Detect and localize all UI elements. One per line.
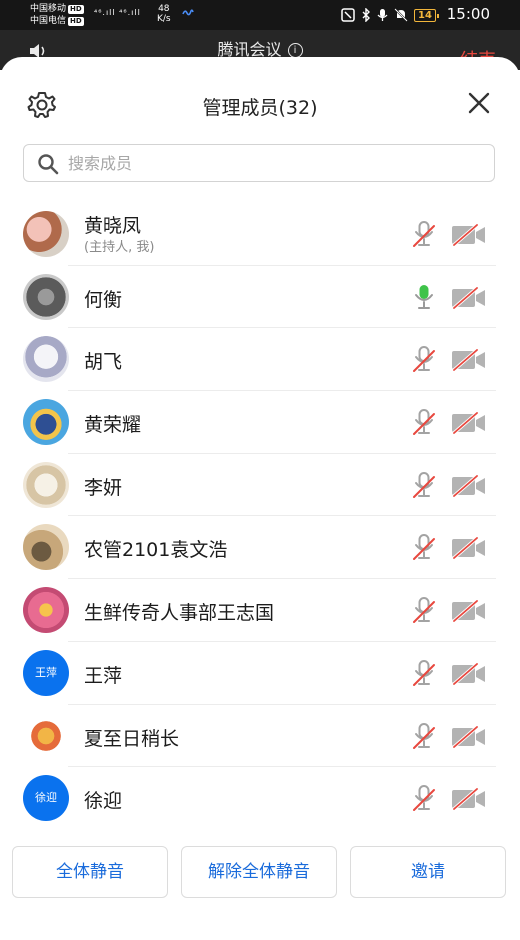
member-name: 胡飞 (84, 351, 123, 374)
member-name: 黄晓凤 (84, 215, 142, 237)
network-speed: 48 K/s (157, 4, 171, 24)
camera-off-icon[interactable] (451, 600, 487, 623)
carrier-1: 中国移动 (30, 4, 67, 14)
camera-off-icon[interactable] (451, 537, 487, 560)
mic-muted-icon[interactable] (411, 471, 437, 499)
mic-muted-icon[interactable] (411, 659, 437, 687)
mic-muted-icon[interactable] (411, 345, 437, 373)
bluetooth-icon (362, 8, 370, 22)
member-name: 夏至日稍长 (84, 727, 180, 750)
network-speed-unit: K/s (157, 14, 171, 24)
clock: 15:00 (446, 5, 490, 23)
mute-bell-icon (394, 8, 408, 22)
avatar (23, 461, 69, 508)
mute-all-button[interactable]: 全体静音 (12, 846, 168, 898)
camera-off-icon[interactable] (451, 474, 487, 497)
avatar: 王萍 (23, 649, 69, 696)
avatar (23, 273, 69, 320)
member-row[interactable]: 徐迎 徐迎 (0, 767, 520, 830)
search-input[interactable] (66, 145, 490, 182)
camera-off-icon[interactable] (451, 349, 487, 372)
camera-off-icon[interactable] (451, 286, 487, 309)
status-bar: 中国移动 HD 中国电信 HD ⁴⁶.ıll ⁴⁶.ıll 48 K/s 14 15… (0, 0, 520, 30)
avatar (23, 524, 69, 571)
panel-title: 管理成员(32) (202, 97, 318, 119)
mic-muted-icon[interactable] (411, 596, 437, 624)
mic-muted-icon[interactable] (411, 784, 437, 812)
invite-button[interactable]: 邀请 (350, 846, 506, 898)
search-bar[interactable] (23, 144, 495, 182)
info-icon[interactable]: i (287, 43, 303, 58)
action-bar: 全体静音 解除全体静音 邀请 (0, 846, 520, 900)
avatar (23, 712, 69, 759)
search-icon (38, 154, 59, 175)
camera-off-icon[interactable] (451, 662, 487, 685)
status-icons: 14 (341, 7, 439, 23)
member-name: 王萍 (84, 664, 123, 687)
hd-badge-2: HD (68, 17, 84, 26)
avatar (23, 211, 69, 257)
member-row[interactable]: 何衡 (0, 266, 520, 329)
camera-off-icon[interactable] (451, 412, 487, 435)
mic-on-icon[interactable] (411, 283, 437, 311)
mic-muted-icon[interactable] (411, 533, 437, 561)
member-row[interactable]: 李妍 (0, 454, 520, 517)
manage-members-panel: 管理成员(32) 黄晓凤 (主持人, 我) 何衡胡飞黄荣耀李妍农管2101袁文浩生鲜… (0, 57, 520, 940)
member-role: (主持人, 我) (84, 240, 155, 255)
member-name: 何衡 (84, 288, 123, 311)
member-row[interactable]: 王萍 王萍 (0, 642, 520, 705)
member-name: 黄荣耀 (84, 414, 142, 437)
close-icon[interactable] (468, 92, 490, 114)
member-name: 农管2101袁文浩 (84, 539, 228, 562)
activity-icon (182, 9, 194, 16)
avatar (23, 336, 69, 383)
mic-muted-icon[interactable] (411, 722, 437, 750)
member-row[interactable]: 黄晓凤 (主持人, 我) (0, 203, 520, 266)
unmute-all-button[interactable]: 解除全体静音 (181, 846, 337, 898)
avatar (23, 399, 69, 446)
member-row[interactable]: 生鲜传奇人事部王志国 (0, 579, 520, 642)
mic-muted-icon[interactable] (411, 220, 437, 248)
carrier-info: 中国移动 HD 中国电信 HD (30, 3, 84, 27)
member-row[interactable]: 胡飞 (0, 328, 520, 392)
network-speed-value: 48 (158, 4, 170, 14)
member-list: 黄晓凤 (主持人, 我) 何衡 胡飞 黄荣耀 李妍 农管2101袁文浩 生鲜传奇人事部王志国王… (0, 203, 520, 830)
avatar: 徐迎 (23, 775, 69, 822)
carrier-2: 中国电信 (30, 16, 67, 26)
member-row[interactable]: 农管2101袁文浩 (0, 516, 520, 580)
panel-header: 管理成员(32) (0, 57, 520, 147)
mic-muted-icon[interactable] (411, 408, 437, 436)
member-name: 生鲜传奇人事部王志国 (84, 602, 275, 625)
member-name: 李妍 (84, 476, 123, 499)
signal-icon: ⁴⁶.ıll ⁴⁶.ıll (94, 8, 141, 17)
camera-off-icon[interactable] (451, 788, 487, 811)
member-name: 徐迎 (84, 790, 123, 813)
nfc-icon (341, 8, 355, 22)
avatar (23, 587, 69, 634)
mic-status-icon (377, 9, 388, 21)
member-row[interactable]: 黄荣耀 (0, 391, 520, 454)
member-row[interactable]: 夏至日稍长 (0, 705, 520, 768)
battery-icon: 14 (414, 8, 439, 22)
camera-off-icon[interactable] (451, 224, 487, 246)
hd-badge-1: HD (68, 5, 84, 14)
camera-off-icon[interactable] (451, 725, 487, 748)
